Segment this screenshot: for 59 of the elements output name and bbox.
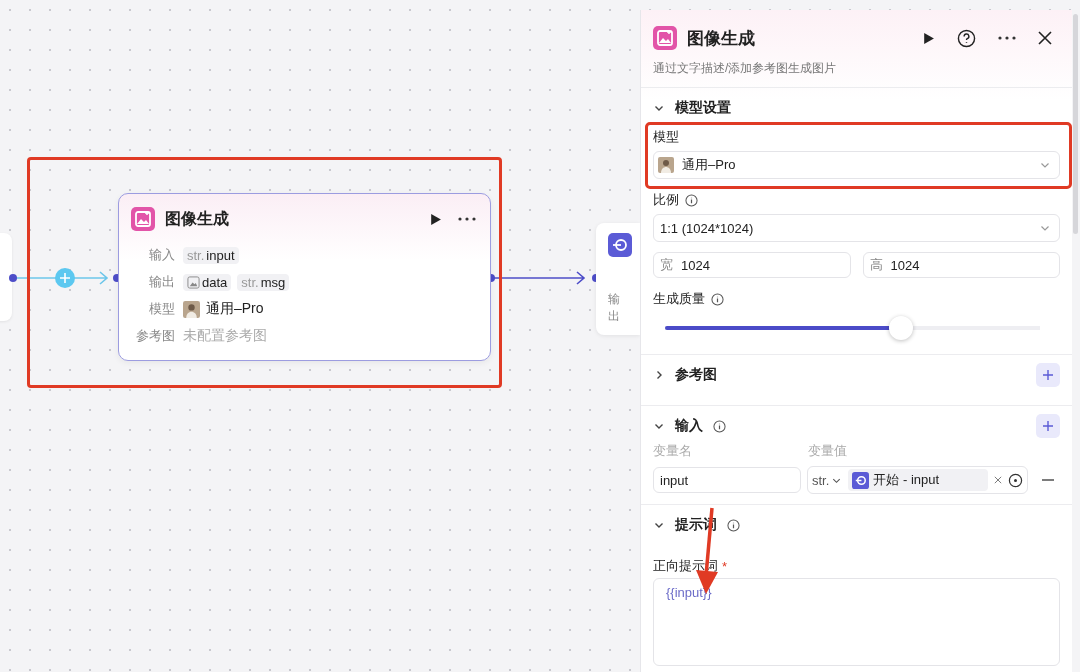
field-label: 模型	[148, 300, 175, 318]
scrollbar[interactable]	[1073, 14, 1078, 234]
node-card[interactable]: 输出	[596, 223, 640, 335]
ratio-select[interactable]: 1:1 (1024*1024)	[653, 214, 1060, 242]
model-name: 通用–Pro	[206, 300, 264, 318]
panel-description: 通过文字描述/添加参考图生成图片	[641, 50, 1072, 88]
variable-name-field[interactable]: input	[653, 467, 801, 493]
variable-tag: str.input	[183, 246, 239, 264]
section-title[interactable]: 模型设置	[675, 99, 731, 117]
column-header: 变量名	[653, 442, 693, 460]
variable-tag: data	[183, 273, 232, 291]
image-icon	[187, 275, 200, 289]
more-icon[interactable]	[998, 36, 1016, 40]
model-avatar-icon	[658, 157, 674, 173]
image-generation-icon	[131, 207, 155, 231]
section-title[interactable]: 参考图	[675, 366, 717, 384]
image-generation-icon	[653, 26, 677, 50]
field-label: 输入	[148, 246, 175, 264]
field-label: 输出	[608, 291, 621, 325]
start-node-icon	[852, 471, 870, 489]
model-select[interactable]: 通用–Pro	[653, 151, 1060, 179]
required-mark: *	[722, 558, 728, 574]
help-icon[interactable]	[957, 28, 976, 48]
close-icon[interactable]	[1038, 31, 1052, 45]
panel-title: 图像生成	[687, 27, 755, 50]
more-icon[interactable]	[458, 217, 476, 221]
width-field[interactable]: 宽 1024	[653, 252, 851, 278]
play-icon[interactable]	[922, 31, 935, 45]
play-icon[interactable]	[429, 212, 442, 226]
empty-value: 未配置参考图	[183, 327, 267, 345]
node-card[interactable]: 图像生成 输入 str.input 输出 data str.msg 模型 通用–Pro 参考图 未配置参考图	[118, 193, 491, 361]
info-icon	[685, 193, 698, 207]
add-button[interactable]	[1036, 414, 1060, 438]
field-label: 输出	[148, 273, 175, 291]
height-field[interactable]: 高 1024	[862, 252, 1060, 278]
node-title: 图像生成	[165, 208, 229, 229]
target-icon[interactable]	[1008, 472, 1023, 488]
model-avatar-icon	[183, 300, 200, 318]
clear-icon[interactable]	[994, 476, 1002, 484]
plus-icon	[1042, 369, 1054, 381]
info-icon	[713, 419, 726, 433]
field-label: 生成质量	[653, 290, 705, 308]
field-label: 参考图	[135, 327, 175, 345]
output-node-icon	[608, 233, 632, 257]
field-label: 模型	[653, 128, 680, 146]
type-select[interactable]: str.	[812, 472, 843, 488]
variable-tag: str.msg	[237, 273, 290, 291]
add-button[interactable]	[1036, 363, 1060, 387]
slider-handle[interactable]	[889, 316, 914, 340]
info-icon	[727, 518, 740, 532]
column-header: 变量值	[808, 442, 848, 460]
prompt-field[interactable]: {{input}}	[653, 578, 1060, 666]
section-title[interactable]: 输入	[675, 417, 703, 435]
add-node-icon[interactable]	[55, 268, 75, 288]
variable-reference-tag: 开始 - input	[848, 469, 988, 491]
plus-icon	[1042, 420, 1054, 432]
field-label: 比例	[653, 191, 679, 209]
info-icon	[711, 292, 724, 306]
variable-value-field[interactable]: str. 开始 - input	[807, 466, 1028, 494]
